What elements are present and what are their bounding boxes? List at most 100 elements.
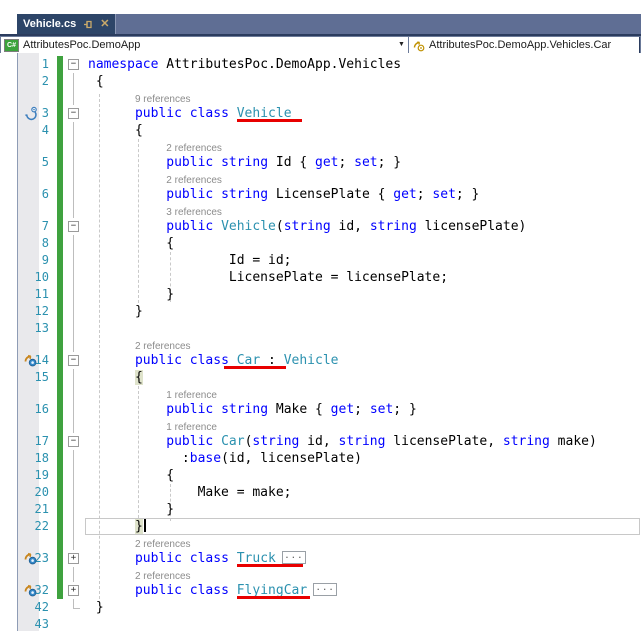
line-number[interactable] (0, 337, 55, 352)
code-text[interactable]: public class Car : Vehicle (85, 352, 641, 369)
pin-icon[interactable] (83, 19, 94, 30)
line-number[interactable]: 7 (0, 218, 55, 235)
code-text[interactable]: public class Truck... (85, 550, 641, 567)
codelens-text[interactable]: 9 references (85, 90, 641, 105)
code-text[interactable]: { (85, 467, 641, 484)
collapse-icon[interactable]: − (68, 436, 79, 447)
line-number[interactable]: 20 (0, 484, 55, 501)
fold-marker-minus[interactable]: − (63, 56, 85, 73)
project-dropdown-arrow-button[interactable]: ▼ (395, 37, 408, 51)
line-number[interactable]: 15 (0, 369, 55, 386)
line-number[interactable]: 17 (0, 433, 55, 450)
code-text[interactable]: Id = id; (85, 252, 641, 269)
fold-marker-plus[interactable]: + (63, 582, 85, 599)
fold-marker-minus[interactable]: − (63, 352, 85, 369)
code-text[interactable]: :base(id, licensePlate) (85, 450, 641, 467)
code-text[interactable]: { (85, 122, 641, 139)
line-number[interactable]: 6 (0, 186, 55, 203)
code-text[interactable]: } (85, 599, 641, 616)
line-number[interactable] (0, 386, 55, 401)
line-number[interactable] (0, 90, 55, 105)
code-text[interactable]: public Vehicle(string id, string license… (85, 218, 641, 235)
code-text[interactable] (85, 320, 641, 337)
codelens-text[interactable]: 1 reference (85, 418, 641, 433)
line-number[interactable]: 2 (0, 73, 55, 90)
codelens-references-link[interactable]: 2 references (88, 143, 222, 154)
line-number[interactable]: 43 (0, 616, 55, 631)
line-number[interactable] (0, 139, 55, 154)
inherits-from-base-icon[interactable] (23, 551, 38, 566)
codelens-references-link[interactable]: 1 reference (88, 390, 217, 401)
expand-icon[interactable]: + (68, 553, 79, 564)
collapse-icon[interactable]: − (68, 355, 79, 366)
line-number[interactable]: 8 (0, 235, 55, 252)
code-text[interactable]: namespace AttributesPoc.DemoApp.Vehicles (85, 56, 641, 73)
tab-vehicle-cs[interactable]: Vehicle.cs ✕ (17, 14, 117, 34)
project-dropdown[interactable]: C# AttributesPoc.DemoApp ▼ (1, 37, 409, 53)
line-number[interactable]: 42 (0, 599, 55, 616)
collapsed-region-box[interactable]: ... (313, 583, 338, 596)
close-icon[interactable]: ✕ (100, 18, 109, 30)
code-text[interactable]: public string Make { get; set; } (85, 401, 641, 418)
code-text[interactable]: public string Id { get; set; } (85, 154, 641, 171)
line-number[interactable]: 4 (0, 122, 55, 139)
codelens-references-link[interactable]: 1 reference (88, 422, 217, 433)
codelens-text[interactable]: 2 references (85, 567, 641, 582)
code-editor[interactable]: 1− namespace AttributesPoc.DemoApp.Vehicl… (0, 53, 641, 631)
codelens-text[interactable]: 2 references (85, 139, 641, 154)
line-number[interactable]: 22 (0, 518, 55, 535)
code-text[interactable]: } (85, 303, 641, 320)
code-text[interactable]: } (85, 518, 641, 535)
line-number[interactable]: 10 (0, 269, 55, 286)
codelens-references-link[interactable]: 2 references (88, 571, 191, 582)
fold-marker-minus[interactable]: − (63, 105, 85, 122)
collapse-icon[interactable]: − (68, 59, 79, 70)
fold-marker-minus[interactable]: − (63, 433, 85, 450)
code-text[interactable]: { (85, 369, 641, 386)
line-number[interactable] (0, 418, 55, 433)
line-number[interactable]: 1 (0, 56, 55, 73)
line-number[interactable]: 13 (0, 320, 55, 337)
inherits-from-base-icon[interactable] (23, 583, 38, 598)
codelens-text[interactable]: 1 reference (85, 386, 641, 401)
member-dropdown[interactable]: AttributesPoc.DemoApp.Vehicles.Car (409, 37, 640, 53)
code-text[interactable]: public class Vehicle (85, 105, 641, 122)
code-text[interactable]: public Car(string id, string licensePlat… (85, 433, 641, 450)
line-number[interactable] (0, 535, 55, 550)
codelens-text[interactable]: 2 references (85, 535, 641, 550)
codelens-references-link[interactable]: 3 references (88, 207, 222, 218)
code-text[interactable]: } (85, 501, 641, 518)
code-text[interactable]: { (85, 73, 641, 90)
code-text[interactable]: public class FlyingCar... (85, 582, 641, 599)
codelens-text[interactable]: 2 references (85, 337, 641, 352)
line-number[interactable]: 12 (0, 303, 55, 320)
line-number[interactable]: 11 (0, 286, 55, 303)
line-number[interactable]: 18 (0, 450, 55, 467)
code-text[interactable]: public string LicensePlate { get; set; } (85, 186, 641, 203)
expand-icon[interactable]: + (68, 585, 79, 596)
collapsed-region-box[interactable]: ... (281, 551, 306, 564)
line-number[interactable] (0, 203, 55, 218)
codelens-text[interactable]: 3 references (85, 203, 641, 218)
codelens-references-link[interactable]: 2 references (88, 539, 191, 550)
codelens-references-link[interactable]: 2 references (88, 175, 222, 186)
line-number[interactable]: 21 (0, 501, 55, 518)
code-text[interactable]: } (85, 286, 641, 303)
code-text[interactable]: LicensePlate = licensePlate; (85, 269, 641, 286)
line-number[interactable] (0, 567, 55, 582)
inherits-from-base-icon[interactable] (23, 353, 38, 368)
fold-marker-minus[interactable]: − (63, 218, 85, 235)
line-number[interactable]: 5 (0, 154, 55, 171)
collapse-icon[interactable]: − (68, 108, 79, 119)
fold-marker-plus[interactable]: + (63, 550, 85, 567)
code-text[interactable] (85, 616, 641, 631)
collapse-icon[interactable]: − (68, 221, 79, 232)
codelens-references-link[interactable]: 2 references (88, 341, 191, 352)
code-text[interactable]: Make = make; (85, 484, 641, 501)
line-number[interactable]: 19 (0, 467, 55, 484)
line-number[interactable]: 9 (0, 252, 55, 269)
code-text[interactable]: { (85, 235, 641, 252)
codelens-text[interactable]: 2 references (85, 171, 641, 186)
line-number[interactable] (0, 171, 55, 186)
codelens-references-link[interactable]: 9 references (88, 94, 191, 105)
